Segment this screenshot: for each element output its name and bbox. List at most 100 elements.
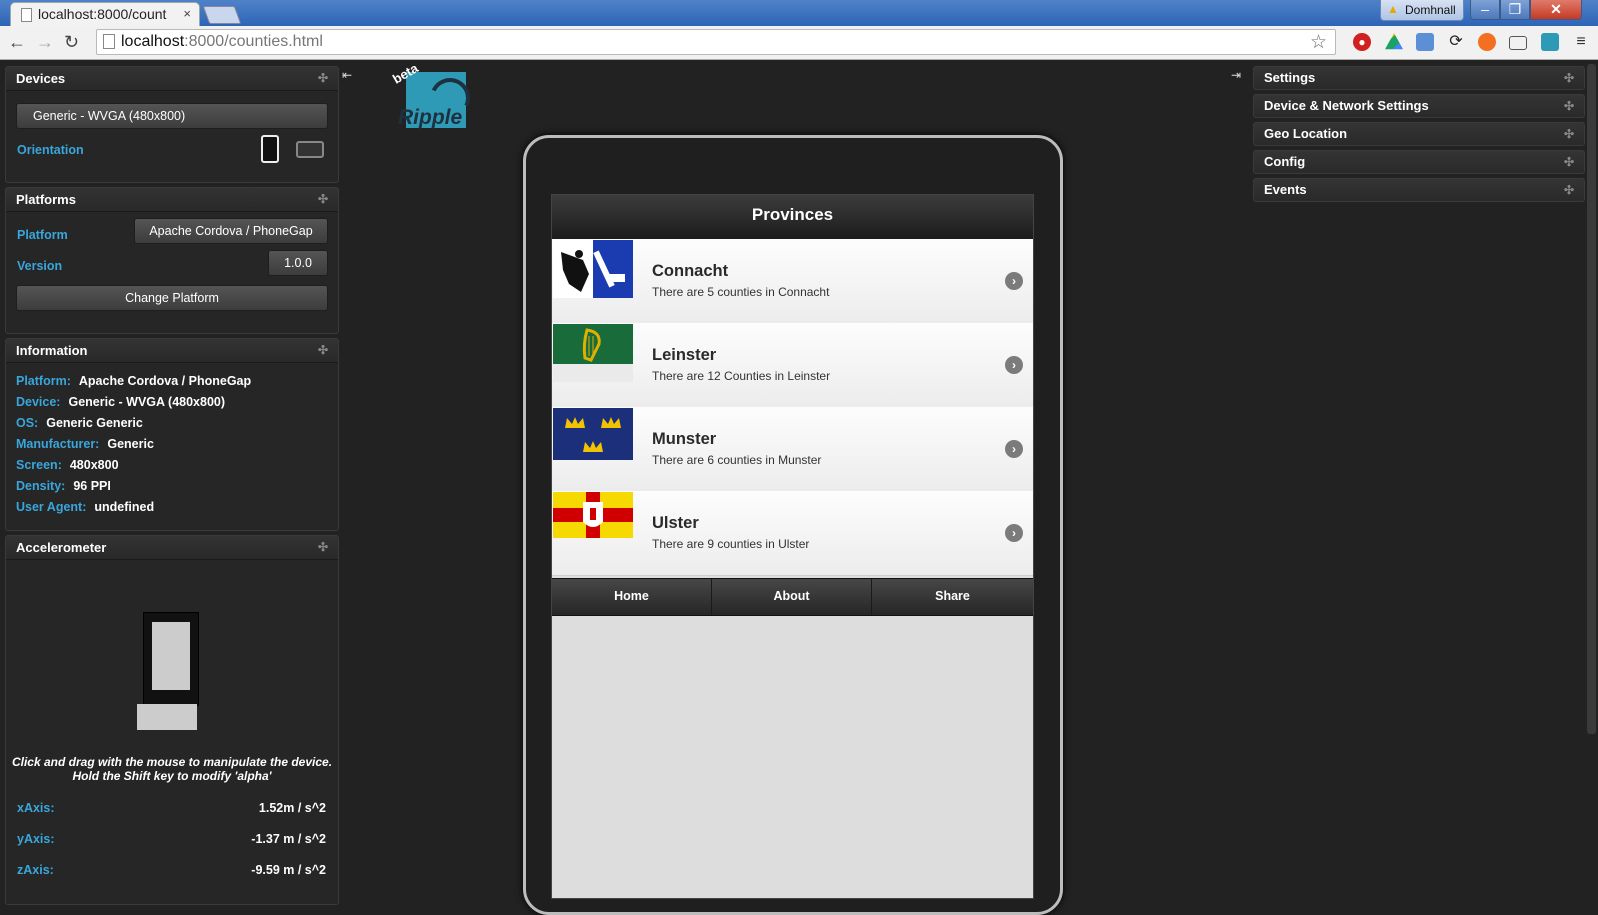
orientation-label: Orientation	[17, 143, 84, 157]
version-select[interactable]: 1.0.0	[268, 250, 328, 276]
sync-extension-icon[interactable]: ⟳	[1447, 33, 1465, 51]
z-axis-label: zAxis:	[17, 863, 54, 877]
panel-title: Events	[1264, 182, 1307, 197]
nav-about[interactable]: About	[712, 579, 872, 615]
panel-title: Information	[16, 343, 88, 358]
device-select[interactable]: Generic - WVGA (480x800)	[16, 103, 328, 129]
config-panel-header[interactable]: Config ✣	[1253, 150, 1585, 174]
browser-tab[interactable]: localhost:8000/count ×	[10, 2, 200, 26]
province-name: Munster	[652, 430, 717, 448]
cast-icon[interactable]	[1509, 36, 1527, 50]
ripple-logo: beta Ripple	[390, 60, 476, 130]
info-row-density: Density: 96 PPI	[16, 479, 111, 493]
info-row-os: OS: Generic Generic	[16, 416, 143, 430]
y-axis-label: yAxis:	[17, 832, 55, 846]
browser-toolbar: ← → ↻ localhost:8000/counties.html ☆ ● ⟳…	[0, 26, 1598, 60]
landscape-orientation-icon[interactable]	[296, 141, 324, 158]
reload-icon[interactable]: ↻	[64, 32, 79, 52]
chevron-right-icon: ›	[1005, 356, 1023, 374]
drive-icon[interactable]	[1385, 33, 1403, 50]
expand-icon[interactable]: ✣	[1564, 99, 1574, 113]
device-screen: Provinces Connacht There are 5 counties …	[551, 194, 1034, 899]
information-panel: Information ✣ Platform: Apache Cordova / …	[5, 338, 339, 531]
panel-title: Geo Location	[1264, 126, 1348, 141]
collapse-right-arrow-icon[interactable]: ⇥	[1231, 68, 1241, 82]
platform-select[interactable]: Apache Cordova / PhoneGap	[134, 218, 328, 244]
y-axis-value: -1.37 m / s^2	[251, 832, 326, 846]
back-arrow-icon[interactable]: ←	[8, 32, 26, 52]
chevron-right-icon: ›	[1005, 524, 1023, 542]
orange-extension-icon[interactable]	[1478, 33, 1496, 51]
list-item[interactable]: Ulster There are 9 counties in Ulster ›	[552, 491, 1033, 576]
page-scrollbar[interactable]	[1585, 60, 1598, 899]
change-platform-button[interactable]: Change Platform	[16, 285, 328, 311]
geo-location-panel-header[interactable]: Geo Location ✣	[1253, 122, 1585, 146]
expand-icon[interactable]: ✣	[1564, 127, 1574, 141]
accelerometer-panel-header[interactable]: Accelerometer ✣	[6, 536, 338, 560]
panel-title: Platforms	[16, 192, 76, 207]
list-item[interactable]: Leinster There are 12 Counties in Leinst…	[552, 323, 1033, 408]
nav-share[interactable]: Share	[872, 579, 1033, 615]
x-axis-value: 1.52m / s^2	[258, 801, 326, 815]
province-desc: There are 5 counties in Connacht	[652, 285, 830, 299]
accelerometer-hint-1: Click and drag with the mouse to manipul…	[11, 755, 333, 769]
info-row-platform: Platform: Apache Cordova / PhoneGap	[16, 374, 252, 388]
munster-flag	[553, 408, 633, 460]
leinster-flag	[553, 324, 633, 382]
profile-name: Domhnall	[1405, 3, 1456, 17]
province-desc: There are 9 counties in Ulster	[652, 537, 810, 551]
forward-arrow-icon[interactable]: →	[36, 32, 54, 52]
portrait-orientation-icon[interactable]	[261, 135, 279, 163]
settings-panel-header[interactable]: Settings ✣	[1253, 66, 1585, 90]
province-name: Connacht	[652, 262, 729, 280]
ulster-flag	[553, 492, 633, 538]
collapse-left-arrow-icon[interactable]: ⇤	[342, 68, 352, 82]
province-name: Leinster	[652, 346, 717, 364]
ripple-extension-icon[interactable]	[1541, 33, 1559, 51]
page-icon	[103, 34, 115, 49]
version-label: Version	[17, 259, 63, 273]
devices-panel-header[interactable]: Devices ✣	[6, 67, 338, 91]
expand-icon[interactable]: ✣	[318, 540, 328, 554]
province-desc: There are 12 Counties in Leinster	[652, 369, 831, 383]
bookmark-star-icon[interactable]: ☆	[1310, 31, 1327, 54]
province-desc: There are 6 counties in Munster	[652, 453, 822, 467]
z-axis-value: -9.59 m / s^2	[251, 863, 326, 877]
panel-title: Device & Network Settings	[1264, 98, 1429, 113]
close-window-button[interactable]: ✕	[1530, 0, 1582, 20]
stop-extension-icon[interactable]: ●	[1353, 33, 1371, 51]
image-extension-icon[interactable]	[1416, 33, 1434, 51]
accelerometer-device-3d[interactable]	[137, 608, 199, 730]
nav-home[interactable]: Home	[552, 579, 712, 615]
expand-icon[interactable]: ✣	[318, 192, 328, 206]
x-axis-label: xAxis:	[17, 801, 55, 815]
app-navbar: Home About Share	[552, 578, 1033, 616]
list-item[interactable]: Munster There are 6 counties in Munster …	[552, 407, 1033, 492]
profile-button[interactable]: ▲ Domhnall	[1380, 0, 1464, 21]
expand-icon[interactable]: ✣	[1564, 71, 1574, 85]
information-panel-header[interactable]: Information ✣	[6, 339, 338, 363]
tab-close-icon[interactable]: ×	[183, 6, 191, 21]
minimize-button[interactable]: ‒	[1470, 0, 1500, 20]
warning-icon: ▲	[1387, 2, 1399, 16]
new-tab-button[interactable]	[202, 6, 242, 24]
expand-icon[interactable]: ✣	[318, 71, 328, 85]
app-header: Provinces	[552, 195, 1033, 240]
window-titlebar: localhost:8000/count × ▲ Domhnall ‒ ❐ ✕	[0, 0, 1598, 26]
platforms-panel-header[interactable]: Platforms ✣	[6, 188, 338, 212]
events-panel-header[interactable]: Events ✣	[1253, 178, 1585, 202]
expand-icon[interactable]: ✣	[318, 343, 328, 357]
expand-icon[interactable]: ✣	[1564, 155, 1574, 169]
expand-icon[interactable]: ✣	[1564, 183, 1574, 197]
menu-icon[interactable]: ≡	[1572, 33, 1590, 51]
maximize-button[interactable]: ❐	[1500, 0, 1530, 20]
address-bar[interactable]: localhost:8000/counties.html ☆	[96, 29, 1336, 55]
accelerometer-hint-2: Hold the Shift key to modify 'alpha'	[72, 769, 272, 783]
chevron-right-icon: ›	[1005, 440, 1023, 458]
panel-title: Config	[1264, 154, 1306, 169]
device-network-settings-panel-header[interactable]: Device & Network Settings ✣	[1253, 94, 1585, 118]
chevron-right-icon: ›	[1005, 272, 1023, 290]
panel-title: Accelerometer	[16, 540, 107, 555]
list-item[interactable]: Connacht There are 5 counties in Connach…	[552, 239, 1033, 324]
scrollbar-thumb[interactable]	[1587, 64, 1596, 734]
